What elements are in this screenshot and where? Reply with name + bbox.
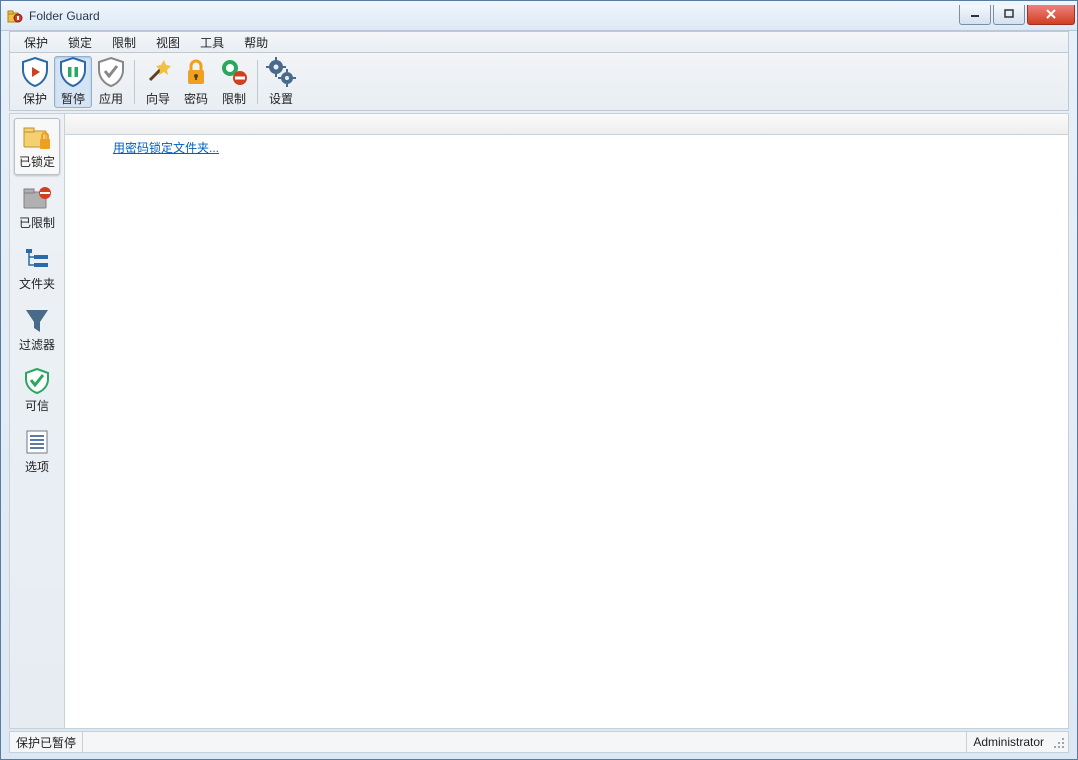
tool-wizard[interactable]: 向导 [139, 56, 177, 108]
minimize-button[interactable] [959, 5, 991, 25]
lock-icon [180, 56, 212, 88]
tool-password-label: 密码 [184, 90, 208, 107]
list-body: 用密码锁定文件夹... [65, 135, 1069, 729]
side-tab-folders-label: 文件夹 [19, 275, 55, 292]
app-icon [7, 8, 23, 24]
tool-wizard-label: 向导 [146, 90, 170, 107]
shield-pause-icon [57, 56, 89, 88]
toolbar: 保护 暂停 应用 向导 密码 [9, 53, 1069, 111]
tool-protect-label: 保护 [23, 90, 47, 107]
maximize-button[interactable] [993, 5, 1025, 25]
tool-pause[interactable]: 暂停 [54, 56, 92, 108]
side-panel: 已锁定 已限制 文件夹 过滤器 [9, 113, 65, 729]
wand-icon [142, 56, 174, 88]
side-tab-locked-label: 已锁定 [19, 153, 55, 170]
side-tab-options[interactable]: 选项 [14, 423, 60, 480]
statusbar: 保护已暂停 Administrator [9, 731, 1069, 753]
tool-settings-label: 设置 [269, 90, 293, 107]
toolbar-separator [257, 60, 258, 104]
side-tab-locked[interactable]: 已锁定 [14, 118, 60, 175]
side-tab-trusted-label: 可信 [25, 397, 49, 414]
menu-restrict[interactable]: 限制 [102, 32, 146, 53]
tool-settings[interactable]: 设置 [262, 56, 300, 108]
tool-restrict-label: 限制 [222, 90, 246, 107]
menu-tools[interactable]: 工具 [190, 32, 234, 53]
list-icon [22, 428, 52, 456]
window-title: Folder Guard [29, 9, 957, 23]
client-area: 已锁定 已限制 文件夹 过滤器 [9, 113, 1069, 729]
side-tab-filters[interactable]: 过滤器 [14, 301, 60, 358]
menu-view[interactable]: 视图 [146, 32, 190, 53]
close-button[interactable] [1027, 5, 1075, 25]
link-lock-folder-with-password[interactable]: 用密码锁定文件夹... [113, 141, 219, 155]
tool-apply[interactable]: 应用 [92, 56, 130, 108]
folder-lock-icon [22, 123, 52, 151]
toolbar-separator [134, 60, 135, 104]
menubar: 保护 锁定 限制 视图 工具 帮助 [9, 31, 1069, 53]
shield-play-icon [19, 56, 51, 88]
side-tab-restricted-label: 已限制 [19, 214, 55, 231]
tool-pause-label: 暂停 [61, 90, 85, 107]
side-tab-folders[interactable]: 文件夹 [14, 240, 60, 297]
app-window: Folder Guard 保护 锁定 限制 视图 工具 帮助 保护 [0, 0, 1078, 760]
side-tab-options-label: 选项 [25, 458, 49, 475]
restrict-icon [218, 56, 250, 88]
list-header[interactable] [65, 113, 1069, 135]
main-area: 用密码锁定文件夹... [65, 113, 1069, 729]
gear-icon [265, 56, 297, 88]
titlebar[interactable]: Folder Guard [1, 1, 1077, 31]
tool-password[interactable]: 密码 [177, 56, 215, 108]
status-protection-state: 保护已暂停 [10, 732, 83, 752]
funnel-icon [22, 306, 52, 334]
tool-restrict[interactable]: 限制 [215, 56, 253, 108]
menu-lock[interactable]: 锁定 [58, 32, 102, 53]
status-user: Administrator [966, 732, 1050, 752]
window-controls [957, 5, 1075, 27]
side-tab-trusted[interactable]: 可信 [14, 362, 60, 419]
side-tab-restricted[interactable]: 已限制 [14, 179, 60, 236]
tool-apply-label: 应用 [99, 90, 123, 107]
side-tab-filters-label: 过滤器 [19, 336, 55, 353]
shield-check-green-icon [22, 367, 52, 395]
menu-help[interactable]: 帮助 [234, 32, 278, 53]
folder-deny-icon [22, 184, 52, 212]
resize-grip[interactable] [1050, 732, 1068, 752]
tool-protect[interactable]: 保护 [16, 56, 54, 108]
menu-protect[interactable]: 保护 [14, 32, 58, 53]
shield-check-icon [95, 56, 127, 88]
tree-icon [22, 245, 52, 273]
